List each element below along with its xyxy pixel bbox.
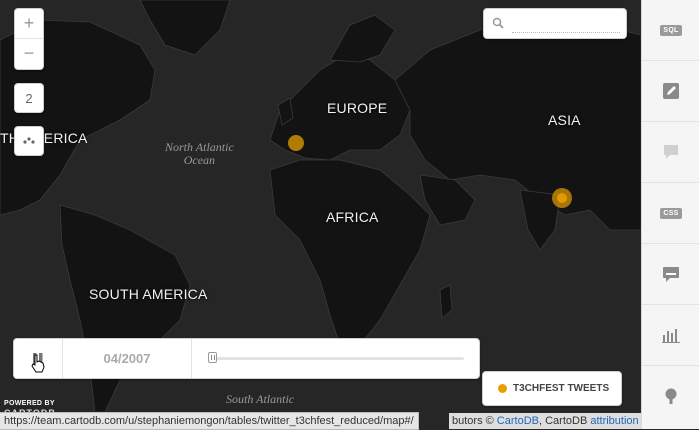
infowindow-icon	[664, 145, 678, 159]
timeline-track[interactable]	[212, 357, 464, 360]
zoom-level-indicator: 2	[14, 83, 44, 113]
legend-color-swatch	[498, 384, 507, 393]
layers-button[interactable]	[14, 126, 44, 156]
hand-cursor-icon	[31, 354, 45, 373]
label-africa: AFRICA	[326, 209, 379, 225]
legend-title: T3CHFEST TWEETS	[513, 383, 610, 394]
zoom-control: + −	[14, 8, 44, 70]
filters-chart-icon	[662, 329, 680, 343]
attribution-middle: , CartoDB	[538, 415, 591, 427]
search-input[interactable]	[512, 14, 620, 33]
landmass-africa	[269, 159, 431, 346]
label-europe: EUROPE	[327, 100, 388, 116]
sidebar-item-css[interactable]: CSS	[642, 183, 699, 244]
wizard-brush-icon	[663, 83, 679, 99]
sidebar-item-wizard[interactable]	[642, 61, 699, 122]
label-asia: ASIA	[548, 112, 581, 128]
sql-icon: SQL	[660, 24, 682, 36]
attribution-cartodb-link[interactable]: CartoDB	[497, 415, 539, 427]
map-legend: T3CHFEST TWEETS	[482, 371, 622, 406]
dots-icon	[23, 137, 35, 144]
zoom-out-button[interactable]: −	[15, 38, 43, 68]
sidebar-item-legends[interactable]	[642, 244, 699, 305]
powered-by-text: POWERED BY	[4, 400, 55, 407]
browser-status-url: https://team.cartodb.com/u/stephaniemong…	[0, 412, 419, 430]
data-point-spain	[288, 135, 304, 151]
legend-icon	[663, 267, 679, 282]
right-sidebar: SQL CSS	[641, 0, 699, 429]
map-attribution: butors © CartoDB, CartoDB attribution	[449, 413, 641, 429]
data-point-india-center	[557, 193, 567, 203]
sidebar-item-layer[interactable]	[642, 366, 699, 427]
play-pause-button[interactable]	[14, 339, 63, 378]
timeline-player: 04/2007	[13, 338, 480, 379]
landmass-south-america	[59, 204, 191, 413]
label-north-atlantic-ocean: North Atlantic Ocean	[165, 141, 234, 167]
css-icon: CSS	[660, 207, 682, 219]
timeline-date: 04/2007	[63, 339, 192, 378]
search-icon	[492, 17, 504, 29]
timeline-slider-handle[interactable]	[208, 352, 217, 363]
landmass-scandinavia	[329, 14, 396, 63]
zoom-in-button[interactable]: +	[15, 9, 43, 38]
ocean-label-line2: Ocean	[183, 153, 216, 167]
map-search	[483, 8, 627, 39]
label-south-america: SOUTH AMERICA	[89, 286, 208, 302]
attribution-link[interactable]: attribution	[590, 415, 638, 427]
sidebar-item-filters[interactable]	[642, 305, 699, 366]
layer-pin-icon	[665, 388, 677, 404]
sidebar-item-sql[interactable]: SQL	[642, 0, 699, 61]
landmass-greenland	[139, 0, 231, 56]
sidebar-item-infowindow[interactable]	[642, 122, 699, 183]
landmass-madagascar	[439, 284, 453, 319]
attribution-prefix: butors ©	[452, 415, 497, 427]
label-south-atlantic: South Atlantic	[226, 392, 295, 406]
